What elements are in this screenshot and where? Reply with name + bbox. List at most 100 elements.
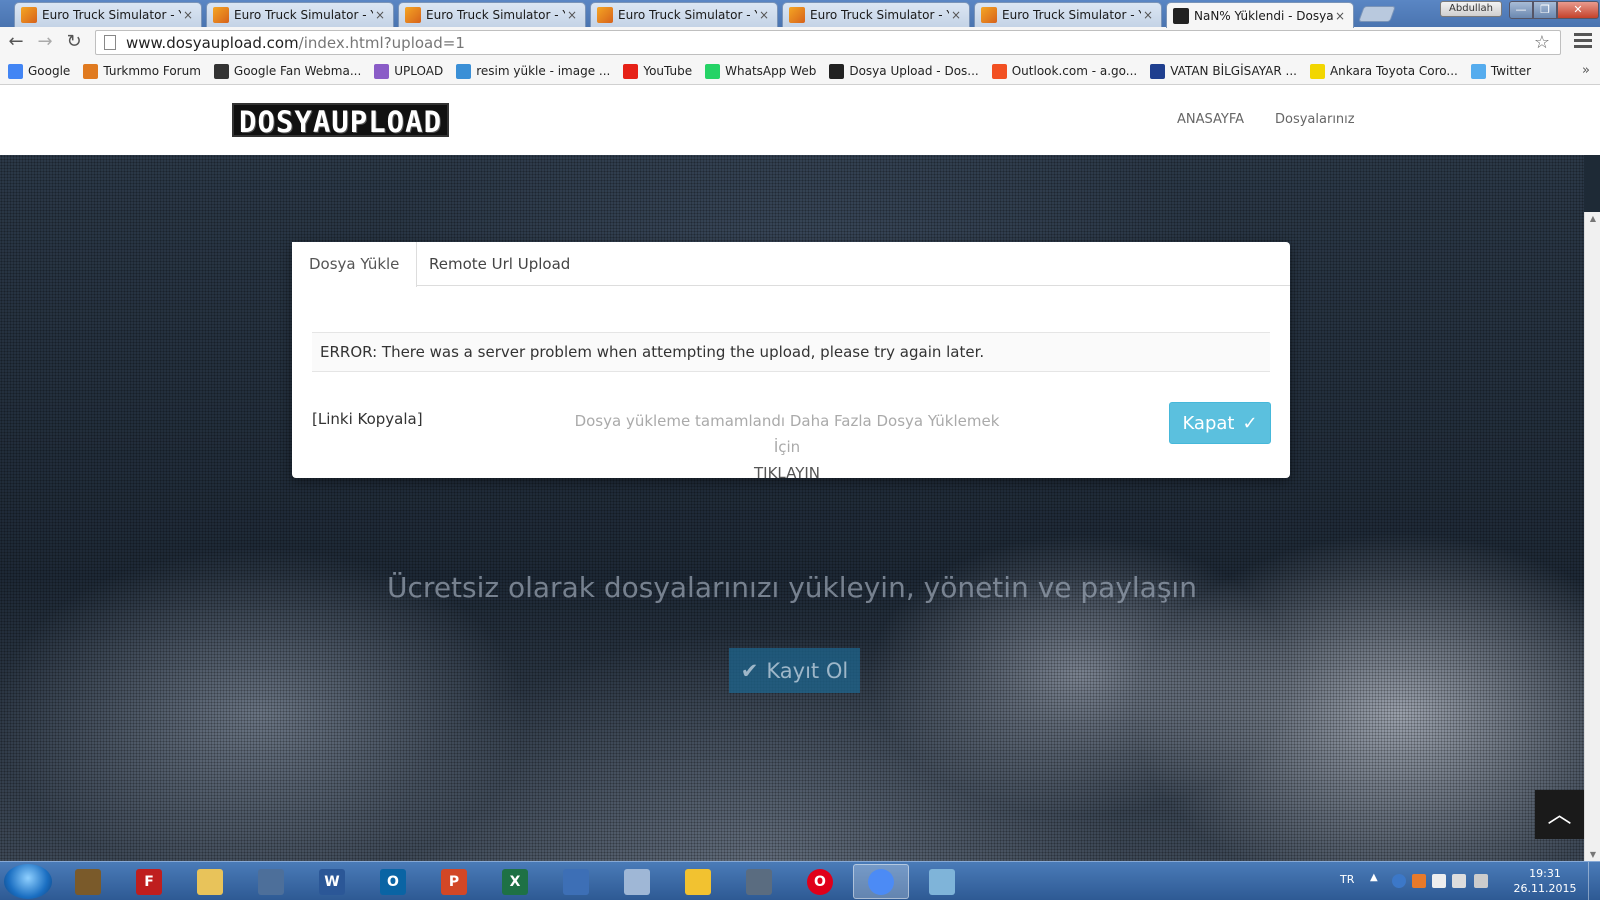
- tab-title: Euro Truck Simulator - Ye: [42, 8, 181, 22]
- bookmark-item[interactable]: Turkmmo Forum: [83, 63, 201, 79]
- tab-close-icon[interactable]: ×: [1333, 9, 1347, 23]
- taskbar-app[interactable]: O: [365, 864, 421, 899]
- tab-title: Euro Truck Simulator - Ye: [618, 8, 757, 22]
- tab-close-icon[interactable]: ×: [373, 8, 387, 22]
- bookmark-favicon-icon: [705, 63, 721, 79]
- taskbar-app[interactable]: F: [121, 864, 177, 899]
- close-label: Kapat: [1182, 412, 1235, 434]
- taskbar-app[interactable]: [243, 864, 299, 899]
- taskbar-app[interactable]: [182, 864, 238, 899]
- bookmark-item[interactable]: Dosya Upload - Dos...: [829, 63, 979, 79]
- bookmark-item[interactable]: Ankara Toyota Coro...: [1309, 63, 1458, 79]
- bookmarks-overflow-button[interactable]: »: [1582, 63, 1590, 78]
- scroll-to-top-button[interactable]: ︿: [1535, 790, 1584, 839]
- scroll-down-arrow-icon[interactable]: ▼: [1585, 850, 1600, 859]
- new-tab-button[interactable]: [1358, 6, 1396, 22]
- taskbar-app[interactable]: X: [487, 864, 543, 899]
- powerpoint-icon: P: [441, 868, 467, 895]
- taskbar-app[interactable]: [670, 864, 726, 899]
- bookmark-label: Turkmmo Forum: [103, 64, 201, 78]
- show-desktop-button[interactable]: [1588, 862, 1600, 900]
- bookmark-favicon-icon: [1470, 63, 1486, 79]
- taskbar-app[interactable]: [548, 864, 604, 899]
- bookmark-favicon-icon: [1150, 63, 1166, 79]
- browser-tab-strip: Abdullah — ❐ ✕ Euro Truck Simulator - Ye…: [0, 0, 1600, 28]
- browser-tab[interactable]: Euro Truck Simulator - Ye ×: [398, 2, 586, 27]
- forward-button[interactable]: →: [33, 31, 57, 55]
- bookmark-item[interactable]: WhatsApp Web: [705, 63, 817, 79]
- tray-expand-icon[interactable]: ▲: [1370, 872, 1378, 883]
- bookmark-item[interactable]: Google: [8, 63, 71, 79]
- taskbar-app[interactable]: [731, 864, 787, 899]
- browser-tab[interactable]: Euro Truck Simulator - Ye ×: [590, 2, 778, 27]
- clock-time: 19:31: [1529, 867, 1561, 880]
- network-status-icon[interactable]: [1474, 874, 1488, 888]
- taskbar-app[interactable]: [853, 864, 909, 899]
- start-button[interactable]: [4, 864, 52, 899]
- bookmark-item[interactable]: Twitter: [1470, 63, 1531, 79]
- taskbar-app[interactable]: P: [426, 864, 482, 899]
- minimize-button[interactable]: —: [1509, 1, 1533, 19]
- bookmark-favicon-icon: [1309, 63, 1325, 79]
- nav-my-files[interactable]: Dosyalarınız: [1275, 112, 1355, 127]
- vertical-scrollbar[interactable]: ▲ ▼: [1584, 212, 1600, 861]
- browser-tab[interactable]: Euro Truck Simulator - Ye ×: [14, 2, 202, 27]
- tray-sync-icon[interactable]: [1392, 874, 1406, 888]
- bookmark-label: WhatsApp Web: [725, 64, 817, 78]
- click-here-link[interactable]: TIKLAYIN: [572, 460, 1002, 486]
- taskbar-app[interactable]: O: [792, 864, 848, 899]
- profile-button[interactable]: Abdullah: [1440, 1, 1502, 17]
- bookmark-label: resim yükle - image ...: [476, 64, 611, 78]
- close-window-button[interactable]: ✕: [1557, 1, 1599, 19]
- bookmark-favicon-icon: [213, 63, 229, 79]
- bookmark-favicon-icon: [374, 63, 390, 79]
- bookmark-item[interactable]: UPLOAD: [374, 63, 443, 79]
- volume-icon[interactable]: [1452, 874, 1466, 888]
- site-logo[interactable]: DOSYAUPLOAD: [232, 103, 450, 139]
- tray-app-icon[interactable]: [1412, 874, 1426, 888]
- tab-close-icon[interactable]: ×: [181, 8, 195, 22]
- nav-home[interactable]: ANASAYFA: [1177, 112, 1244, 127]
- upload-modal: Dosya Yükle Remote Url Upload ERROR: The…: [292, 242, 1290, 482]
- checkmark-icon: ✔: [740, 658, 759, 683]
- bookmark-item[interactable]: YouTube: [623, 63, 692, 79]
- action-center-flag-icon[interactable]: [1432, 874, 1446, 888]
- taskbar-app[interactable]: [60, 864, 116, 899]
- tab-remote-url-upload[interactable]: Remote Url Upload: [412, 242, 587, 286]
- menu-icon[interactable]: [1574, 33, 1592, 53]
- tab-close-icon[interactable]: ×: [757, 8, 771, 22]
- browser-tab[interactable]: Euro Truck Simulator - Ye ×: [206, 2, 394, 27]
- game-icon: [75, 868, 101, 895]
- bookmark-item[interactable]: Outlook.com - a.go...: [991, 63, 1137, 79]
- bookmark-item[interactable]: resim yükle - image ...: [456, 63, 611, 79]
- browser-tab[interactable]: NaN% Yüklendi - Dosya U ×: [1166, 2, 1354, 28]
- reload-button[interactable]: ↻: [62, 31, 86, 55]
- register-button[interactable]: ✔ Kayıt Ol: [729, 648, 860, 693]
- bookmark-favicon-icon: [991, 63, 1007, 79]
- close-modal-button[interactable]: Kapat ✓: [1169, 402, 1271, 444]
- bookmark-star-icon[interactable]: ☆: [1534, 32, 1550, 53]
- taskbar-app[interactable]: [609, 864, 665, 899]
- browser-tab[interactable]: Euro Truck Simulator - Ye ×: [782, 2, 970, 27]
- bookmark-label: Google: [28, 64, 71, 78]
- back-button[interactable]: ←: [4, 31, 28, 55]
- truck-favicon-icon: [789, 7, 805, 23]
- opera-icon: O: [807, 868, 833, 895]
- url-host: www.dosyaupload.com: [126, 33, 299, 52]
- taskbar-app[interactable]: [914, 864, 970, 899]
- bookmark-item[interactable]: Google Fan Webma...: [213, 63, 361, 79]
- tab-close-icon[interactable]: ×: [565, 8, 579, 22]
- system-clock[interactable]: 19:31 26.11.2015: [1510, 866, 1580, 896]
- copy-link[interactable]: [Linki Kopyala]: [312, 410, 423, 428]
- address-bar[interactable]: www.dosyaupload.com/index.html?upload=1 …: [95, 30, 1561, 55]
- taskbar-app[interactable]: W: [304, 864, 360, 899]
- scroll-up-arrow-icon[interactable]: ▲: [1585, 214, 1600, 223]
- language-indicator[interactable]: TR: [1340, 873, 1354, 886]
- tab-upload-file[interactable]: Dosya Yükle: [292, 242, 418, 287]
- browser-tab[interactable]: Euro Truck Simulator - Ye ×: [974, 2, 1162, 27]
- maximize-button[interactable]: ❐: [1533, 1, 1557, 19]
- bookmark-item[interactable]: VATAN BİLGİSAYAR ...: [1150, 63, 1297, 79]
- chrome-icon: [868, 868, 894, 895]
- tab-close-icon[interactable]: ×: [1141, 8, 1155, 22]
- tab-close-icon[interactable]: ×: [949, 8, 963, 22]
